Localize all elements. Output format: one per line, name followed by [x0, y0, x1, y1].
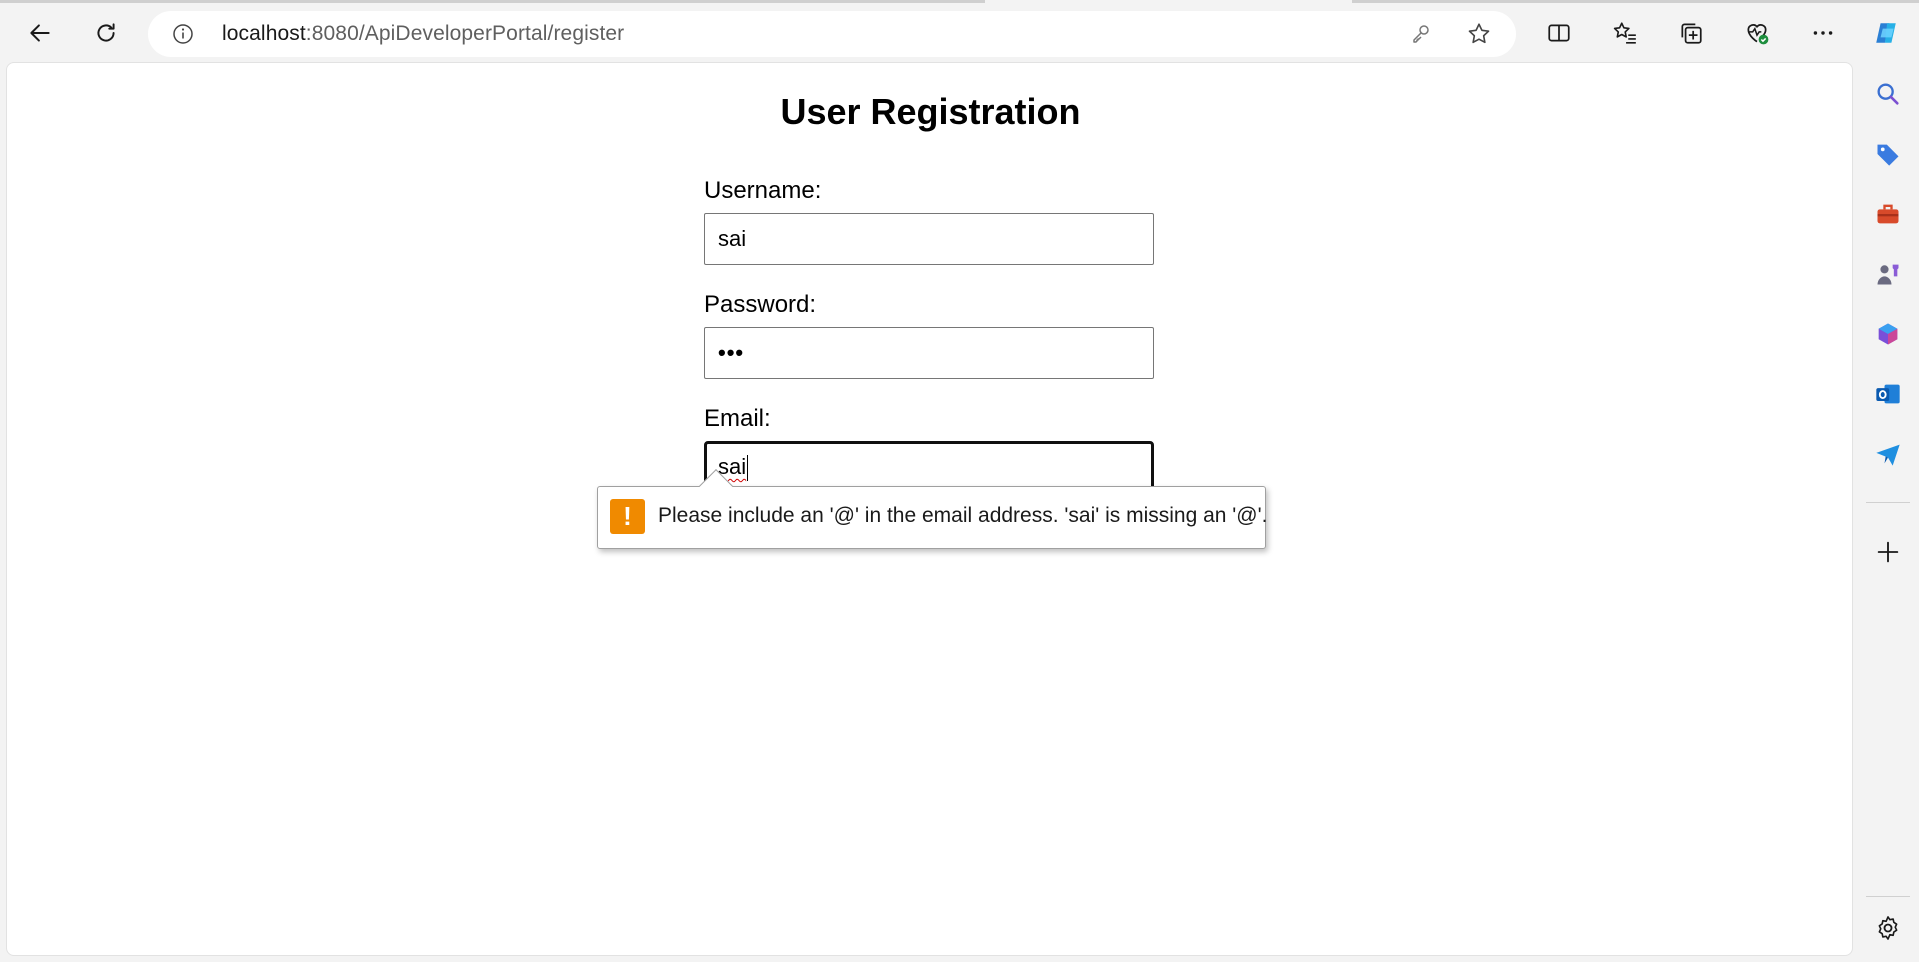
warning-icon: !	[610, 499, 645, 534]
username-input[interactable]: sai	[704, 213, 1154, 265]
tools-icon	[1877, 204, 1899, 224]
add-favorite-button[interactable]	[1466, 21, 1492, 47]
url-host: localhost	[222, 22, 306, 45]
password-input[interactable]: •••	[704, 327, 1154, 379]
copilot-icon	[1876, 23, 1896, 43]
sidebar-search-button[interactable]	[1868, 74, 1908, 114]
validation-tooltip: ! Please include an '@' in the email add…	[597, 469, 1268, 549]
browser-essentials-icon	[1747, 24, 1769, 45]
email-label: Email:	[704, 405, 771, 432]
more-icon	[1813, 31, 1833, 35]
sidebar-tools-button[interactable]	[1868, 194, 1908, 234]
password-label: Password:	[704, 291, 817, 318]
send-icon	[1876, 444, 1900, 466]
search-icon	[1877, 83, 1899, 105]
shopping-tag-icon	[1877, 144, 1899, 166]
password-mask: •••	[718, 340, 745, 365]
sidebar-outlook-button[interactable]	[1868, 374, 1908, 414]
sidebar-microsoft365-button[interactable]	[1868, 314, 1908, 354]
favorite-star-icon	[1468, 23, 1490, 44]
favorites-button[interactable]	[1603, 11, 1647, 55]
collections-icon	[1681, 23, 1702, 44]
microsoft365-icon	[1878, 323, 1898, 345]
add-icon	[1877, 541, 1899, 563]
more-options-button[interactable]	[1801, 11, 1845, 55]
refresh-icon	[97, 23, 115, 42]
copilot-button[interactable]	[1864, 11, 1908, 55]
text-caret	[747, 455, 749, 482]
username-label: Username:	[704, 177, 822, 204]
info-icon	[173, 24, 193, 44]
sidebar-divider	[1866, 896, 1910, 897]
games-icon	[1877, 264, 1899, 285]
sidebar-divider	[1866, 502, 1910, 503]
sidebar-add-button[interactable]	[1868, 532, 1908, 572]
favorites-icon	[1613, 22, 1636, 44]
password-key-button[interactable]	[1408, 21, 1434, 47]
sidebar-settings-button[interactable]	[1868, 908, 1908, 948]
window-bottom-edge	[0, 956, 1919, 962]
collections-button[interactable]	[1669, 11, 1713, 55]
refresh-button[interactable]	[84, 11, 128, 55]
username-value: sai	[718, 226, 747, 251]
back-button[interactable]	[18, 11, 62, 55]
split-screen-icon	[1548, 24, 1570, 42]
settings-icon	[1878, 916, 1898, 940]
url-text[interactable]: localhost:8080/ApiDeveloperPortal/regist…	[222, 22, 624, 46]
site-info-button[interactable]	[170, 21, 196, 47]
browser-toolbar: localhost:8080/ApiDeveloperPortal/regist…	[0, 3, 1919, 62]
back-icon	[30, 24, 50, 42]
url-path: :8080/ApiDeveloperPortal/register	[305, 22, 625, 45]
validation-message: Please include an '@' in the email addre…	[658, 504, 1268, 527]
address-bar[interactable]: localhost:8080/ApiDeveloperPortal/regist…	[148, 11, 1516, 57]
sidebar-shopping-button[interactable]	[1868, 134, 1908, 174]
edge-sidebar	[1856, 62, 1919, 962]
key-icon	[1413, 25, 1429, 43]
browser-essentials-button[interactable]	[1735, 11, 1779, 55]
split-screen-button[interactable]	[1537, 11, 1581, 55]
sidebar-send-button[interactable]	[1868, 434, 1908, 474]
outlook-icon	[1876, 384, 1900, 404]
registration-form: Username: sai Password: ••• Email: sai	[704, 177, 1156, 519]
page-title: User Registration	[780, 91, 1081, 132]
page-content: User Registration Username: sai Password…	[6, 62, 1853, 956]
sidebar-games-button[interactable]	[1868, 254, 1908, 294]
